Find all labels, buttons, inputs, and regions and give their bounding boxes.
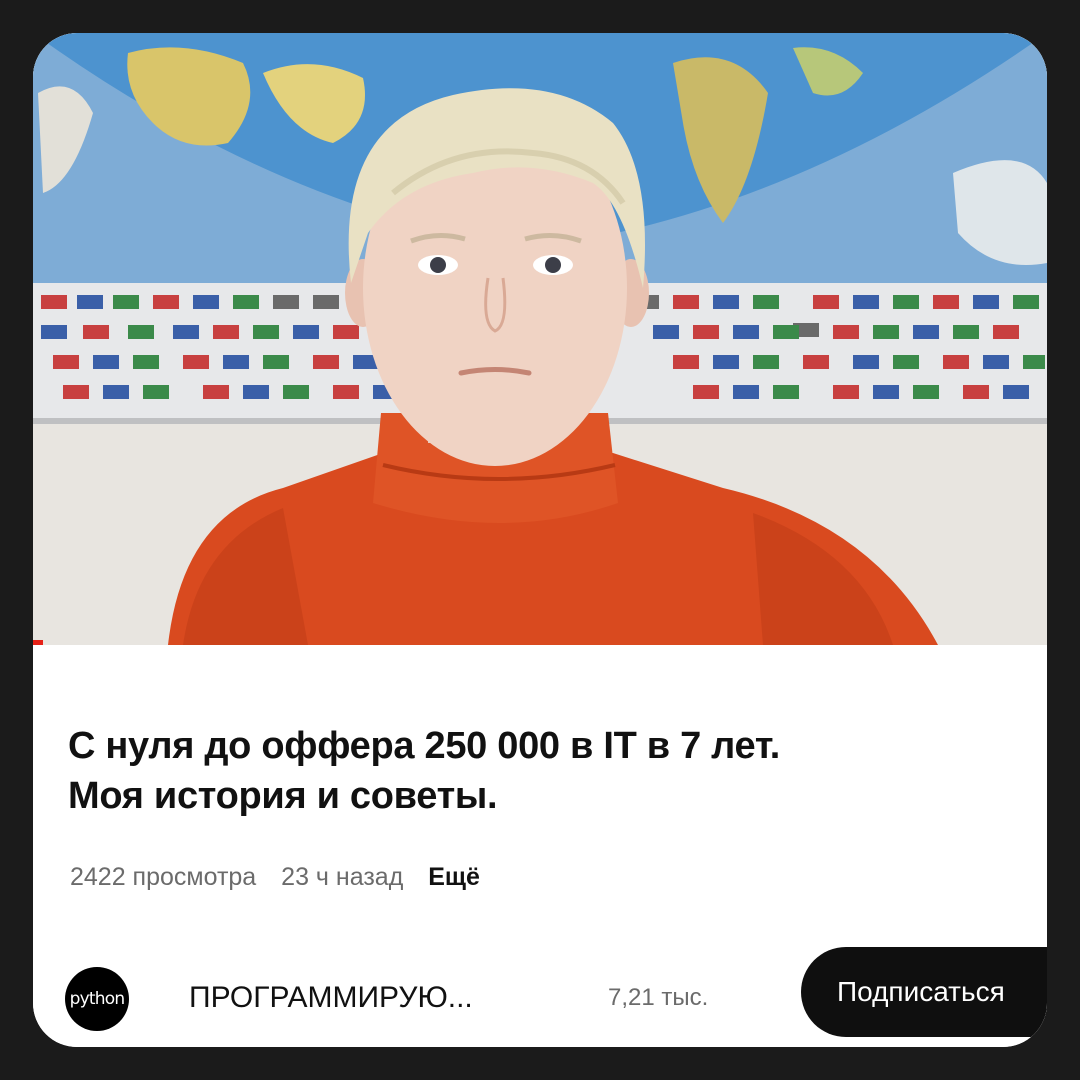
published-time: 23 ч назад xyxy=(281,863,404,891)
subscribe-button[interactable]: Подписаться xyxy=(801,947,1047,1037)
video-thumbnail[interactable] xyxy=(33,33,1047,645)
video-info: С нуля до оффера 250 000 в IT в 7 лет. М… xyxy=(33,645,1047,1047)
more-button[interactable]: Ещё xyxy=(428,863,480,891)
video-title-line-2: Моя история и советы. xyxy=(68,775,498,817)
video-title-line-1: С нуля до оффера 250 000 в IT в 7 лет. xyxy=(68,725,781,767)
channel-avatar[interactable]: python xyxy=(65,967,129,1031)
video-card: С нуля до оффера 250 000 в IT в 7 лет. М… xyxy=(33,33,1047,1047)
subscriber-count: 7,21 тыс. xyxy=(608,984,709,1011)
watch-progress-bar xyxy=(33,640,44,645)
channel-avatar-text: python xyxy=(69,989,125,1009)
thumbnail-image xyxy=(33,33,1047,645)
video-title[interactable]: С нуля до оффера 250 000 в IT в 7 лет. М… xyxy=(68,721,1028,821)
view-count: 2422 просмотра xyxy=(70,863,257,891)
channel-name[interactable]: ПРОГРАММИРУЮ... xyxy=(189,981,473,1015)
channel-row: python ПРОГРАММИРУЮ... 7,21 тыс. Подписа… xyxy=(33,947,1047,1039)
video-meta: 2422 просмотра 23 ч назад Ещё xyxy=(70,863,498,892)
